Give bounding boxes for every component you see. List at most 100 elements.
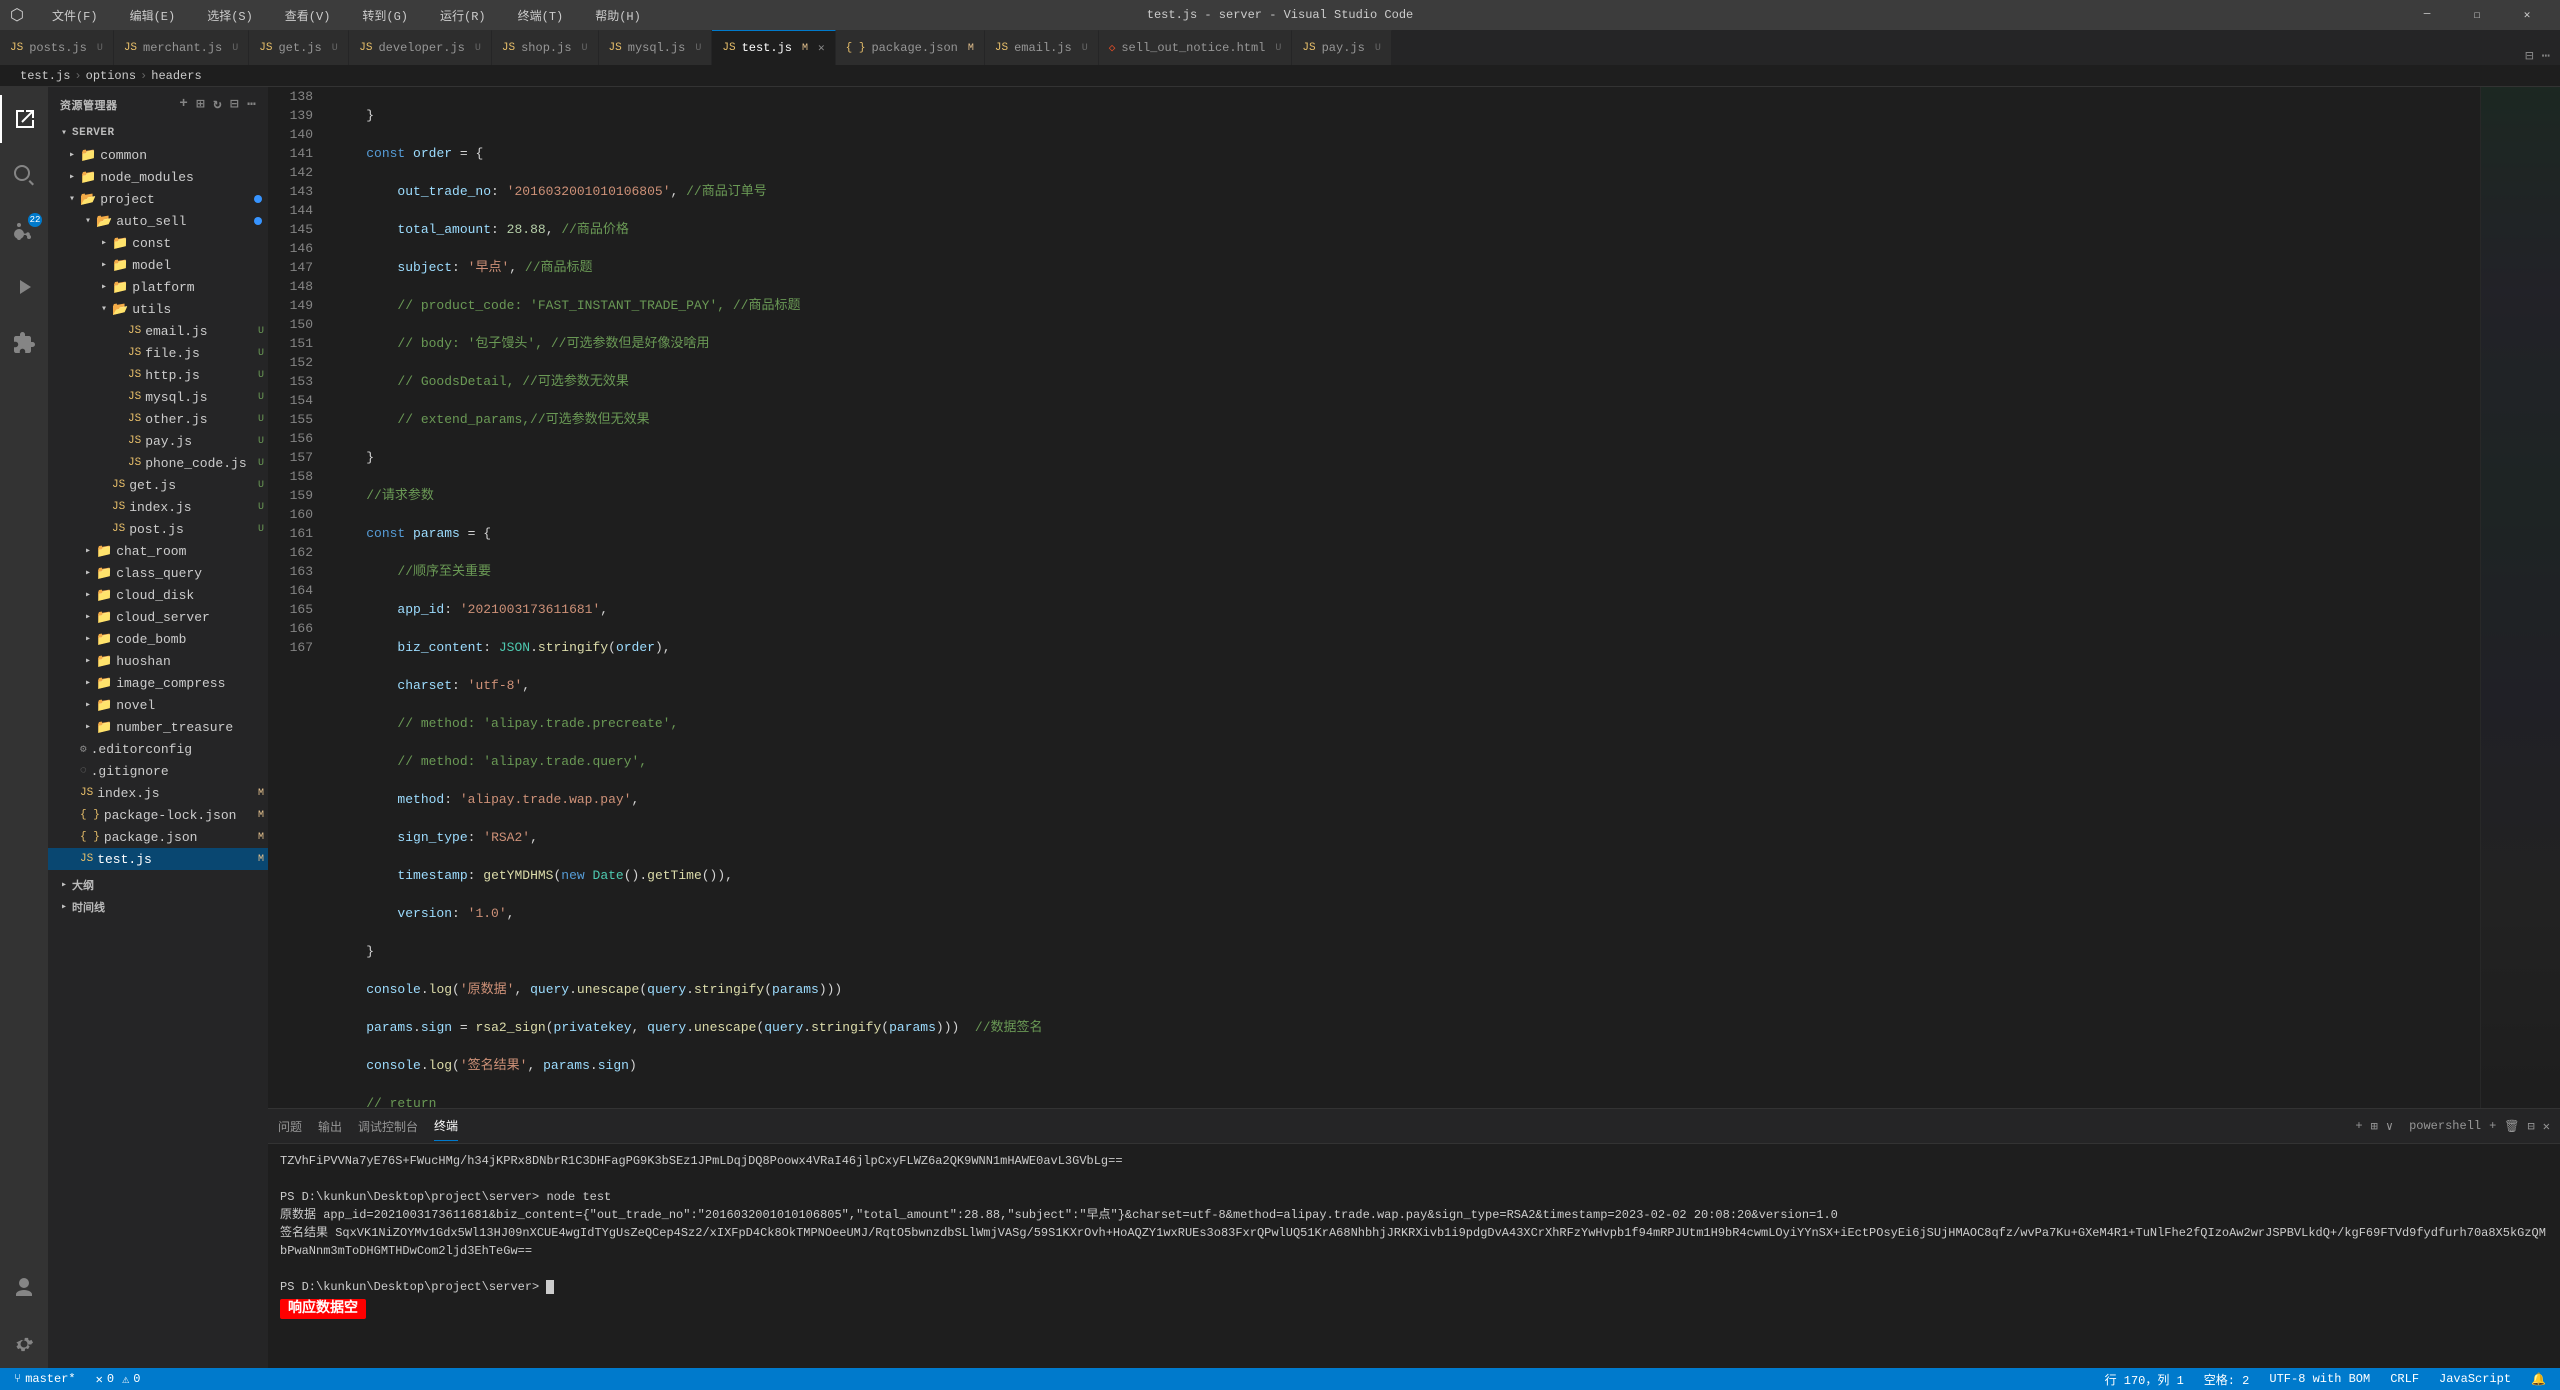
sidebar-item-phonecodejs[interactable]: JS phone_code.js U (48, 452, 268, 474)
run-debug-icon[interactable] (0, 263, 48, 311)
sidebar-item-huoshan[interactable]: ▸ 📁 huoshan (48, 650, 268, 672)
sidebar-item-gitignore[interactable]: ◌ .gitignore (48, 760, 268, 782)
tab-merchant[interactable]: JS merchant.js U (114, 30, 249, 65)
sidebar-item-const[interactable]: ▸ 📁 const (48, 232, 268, 254)
new-file-icon[interactable]: + (179, 96, 188, 113)
menu-goto[interactable]: 转到(G) (354, 0, 416, 30)
tab-mysql[interactable]: JS mysql.js U (599, 30, 713, 65)
tab-payjs[interactable]: JS pay.js U (1292, 30, 1392, 65)
sidebar-item-getjs[interactable]: JS get.js U (48, 474, 268, 496)
sidebar-item-payjs[interactable]: JS pay.js U (48, 430, 268, 452)
menu-file[interactable]: 文件(F) (44, 0, 106, 30)
tab-terminal[interactable]: 终端 (434, 1111, 458, 1141)
sidebar-item-cloudserver[interactable]: ▸ 📁 cloud_server (48, 606, 268, 628)
tab-developer[interactable]: JS developer.js U (349, 30, 492, 65)
sidebar-item-emailjs[interactable]: JS email.js U (48, 320, 268, 342)
sidebar-item-packagejson[interactable]: { } package.json M (48, 826, 268, 848)
menu-select[interactable]: 选择(S) (199, 0, 261, 30)
status-encoding[interactable]: UTF-8 with BOM (2265, 1368, 2374, 1390)
sidebar-item-novel[interactable]: ▸ 📁 novel (48, 694, 268, 716)
close-button[interactable]: ✕ (2504, 0, 2550, 30)
breadcrumb-options[interactable]: options (86, 69, 136, 83)
menu-terminal[interactable]: 终端(T) (510, 0, 572, 30)
tab-problems[interactable]: 问题 (278, 1112, 302, 1141)
sidebar-item-httpjs[interactable]: JS http.js U (48, 364, 268, 386)
status-spaces[interactable]: 空格: 2 (2200, 1368, 2254, 1390)
tab-emailjs[interactable]: JS email.js U (985, 30, 1099, 65)
search-icon[interactable] (0, 151, 48, 199)
status-feedback[interactable]: 🔔 (2527, 1368, 2550, 1390)
source-control-icon[interactable]: 22 (0, 207, 48, 255)
tab-testjs[interactable]: JS test.js M ✕ (712, 30, 835, 65)
extensions-icon[interactable] (0, 319, 48, 367)
split-terminal-icon[interactable]: ⊞ (2371, 1119, 2378, 1134)
sidebar-item-platform[interactable]: ▸ 📁 platform (48, 276, 268, 298)
minimize-button[interactable]: ─ (2404, 0, 2450, 30)
breadcrumb-file[interactable]: test.js (20, 69, 70, 83)
sidebar-item-packagelockjson[interactable]: { } package-lock.json M (48, 804, 268, 826)
sidebar-item-classquery[interactable]: ▸ 📁 class_query (48, 562, 268, 584)
sidebar-item-editorconfig[interactable]: ⚙ .editorconfig (48, 738, 268, 760)
menu-edit[interactable]: 编辑(E) (122, 0, 184, 30)
tab-get[interactable]: JS get.js U (249, 30, 349, 65)
sidebar-item-indexjs-inner[interactable]: JS index.js U (48, 496, 268, 518)
sidebar-item-otherjs[interactable]: JS other.js U (48, 408, 268, 430)
status-line-ending[interactable]: CRLF (2386, 1368, 2423, 1390)
powershell-label: powershell (2409, 1119, 2481, 1133)
add-terminal-icon[interactable]: + (2355, 1119, 2362, 1133)
sidebar-item-testjs[interactable]: JS test.js M (48, 848, 268, 870)
code-content[interactable]: } const order = { out_trade_no: '2016032… (323, 87, 2480, 1108)
sidebar-item-chatroom[interactable]: ▸ 📁 chat_room (48, 540, 268, 562)
sidebar-item-autosell[interactable]: ▾ 📂 auto_sell (48, 210, 268, 232)
maximize-button[interactable]: ☐ (2454, 0, 2500, 30)
sidebar-item-common[interactable]: ▸ 📁 common (48, 144, 268, 166)
status-branch[interactable]: ⑂ master* (10, 1368, 80, 1390)
tab-packagejson[interactable]: { } package.json M (836, 30, 985, 65)
menu-run[interactable]: 运行(R) (432, 0, 494, 30)
sidebar-item-server[interactable]: ▾ SERVER (48, 122, 268, 144)
sidebar-item-utils[interactable]: ▾ 📂 utils (48, 298, 268, 320)
new-folder-icon[interactable]: ⊞ (196, 96, 205, 113)
sidebar-item-filejs[interactable]: JS file.js U (48, 342, 268, 364)
maximize-panel-icon[interactable]: ⊟ (2528, 1119, 2535, 1134)
settings-icon[interactable] (0, 1320, 48, 1368)
tab-output[interactable]: 输出 (318, 1112, 342, 1141)
sidebar-item-outline[interactable]: ▸ 大纲 (48, 874, 268, 896)
tab-debug-console[interactable]: 调试控制台 (358, 1112, 418, 1141)
split-editor-icon[interactable]: ⊟ (2525, 48, 2533, 65)
sidebar-item-codebomb[interactable]: ▸ 📁 code_bomb (48, 628, 268, 650)
sidebar-item-imagecompress[interactable]: ▸ 📁 image_compress (48, 672, 268, 694)
menu-help[interactable]: 帮助(H) (587, 0, 649, 30)
sidebar-item-nodemodules[interactable]: ▸ 📁 node_modules (48, 166, 268, 188)
status-language[interactable]: JavaScript (2435, 1368, 2515, 1390)
status-errors[interactable]: ✕ 0 ⚠ 0 (92, 1368, 145, 1390)
sidebar-item-project[interactable]: ▾ 📂 project (48, 188, 268, 210)
breadcrumb-headers[interactable]: headers (151, 69, 201, 83)
account-icon[interactable] (0, 1264, 48, 1312)
sidebar-item-model[interactable]: ▸ 📁 model (48, 254, 268, 276)
refresh-icon[interactable]: ↻ (213, 96, 222, 113)
sidebar-item-numbertreasure[interactable]: ▸ 📁 number_treasure (48, 716, 268, 738)
status-position[interactable]: 行 170，列 1 (2101, 1368, 2188, 1390)
new-terminal-button[interactable]: + (2489, 1119, 2496, 1133)
sidebar-item-timeline[interactable]: ▸ 时间线 (48, 896, 268, 918)
more-icon[interactable]: ⋯ (247, 96, 256, 113)
sidebar-item-indexjs-root[interactable]: JS index.js M (48, 782, 268, 804)
tab-sellout[interactable]: ◇ sell_out_notice.html U (1099, 30, 1293, 65)
explorer-icon[interactable] (0, 95, 48, 143)
code-editor[interactable]: 138 139 140 141 142 143 144 145 146 147 … (268, 87, 2560, 1108)
trash-icon[interactable]: 🗑 (2504, 1119, 2519, 1134)
terminal-content[interactable]: TZVhFiPVVNa7yE76S+FWucHMg/h34jKPRx8DNbrR… (268, 1144, 2560, 1368)
terminal-dropdown-icon[interactable]: ∨ (2386, 1119, 2393, 1134)
close-panel-icon[interactable]: ✕ (2543, 1119, 2550, 1134)
tab-close-icon[interactable]: ✕ (818, 41, 825, 55)
tab-shop[interactable]: JS shop.js U (492, 30, 599, 65)
sidebar-item-postjs[interactable]: JS post.js U (48, 518, 268, 540)
sidebar-item-mysqljs[interactable]: JS mysql.js U (48, 386, 268, 408)
tab-posts[interactable]: JS posts.js U (0, 30, 114, 65)
collapse-icon[interactable]: ⊟ (230, 96, 239, 113)
sidebar-item-clouddisk[interactable]: ▸ 📁 cloud_disk (48, 584, 268, 606)
menu-view[interactable]: 查看(V) (277, 0, 339, 30)
js-file-icon: JS (128, 435, 141, 447)
more-tabs-icon[interactable]: ⋯ (2542, 48, 2550, 65)
